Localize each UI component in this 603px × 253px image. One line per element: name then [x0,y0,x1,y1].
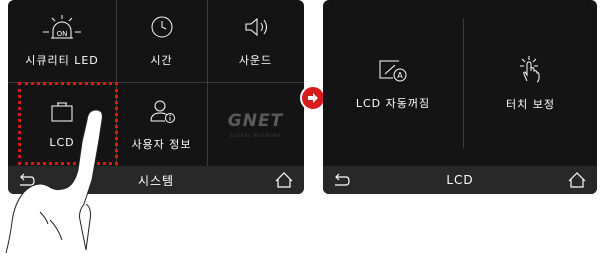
menu-lcd-auto-off[interactable]: A LCD 자동꺼짐 [323,0,463,166]
speaker-icon [245,17,267,37]
security-led-icon: ON [43,15,81,39]
bottom-bar: LCD [323,166,597,194]
screen-title: 시스템 [137,173,175,188]
menu-touch-calibration[interactable]: 터치 보정 [464,0,597,166]
menu-label: 사운드 [238,54,273,67]
touch-calibration-icon [519,56,539,83]
menu-label: 시큐리티 LED [25,54,99,67]
menu-label: LCD 자동꺼짐 [355,97,431,110]
screen-title: LCD [446,173,474,187]
menu-sound[interactable]: 사운드 [207,0,304,82]
lcd-menu-screen: A LCD 자동꺼짐 터치 보정 LCD [323,0,597,194]
lcd-auto-off-icon: A [379,60,407,82]
menu-label: 터치 보정 [506,98,555,111]
logo-subtext: GLOBAL NETWORK [229,133,282,138]
svg-text:A: A [397,71,403,80]
pointing-hand-illustration [5,109,103,253]
led-on-badge: ON [57,30,68,38]
logo-text: GNET [227,111,284,131]
menu-label: 시간 [150,54,173,67]
gnet-logo: GNET GLOBAL NETWORK [207,83,304,166]
user-info-icon [150,100,175,123]
back-arrow-icon[interactable] [331,171,351,189]
menu-security-led[interactable]: ON 시큐리티 LED [8,0,116,82]
clock-icon [151,16,172,38]
menu-time[interactable]: 시간 [116,0,207,82]
menu-label: 사용자 정보 [131,137,192,151]
home-icon[interactable] [274,171,294,189]
home-icon[interactable] [567,171,587,189]
